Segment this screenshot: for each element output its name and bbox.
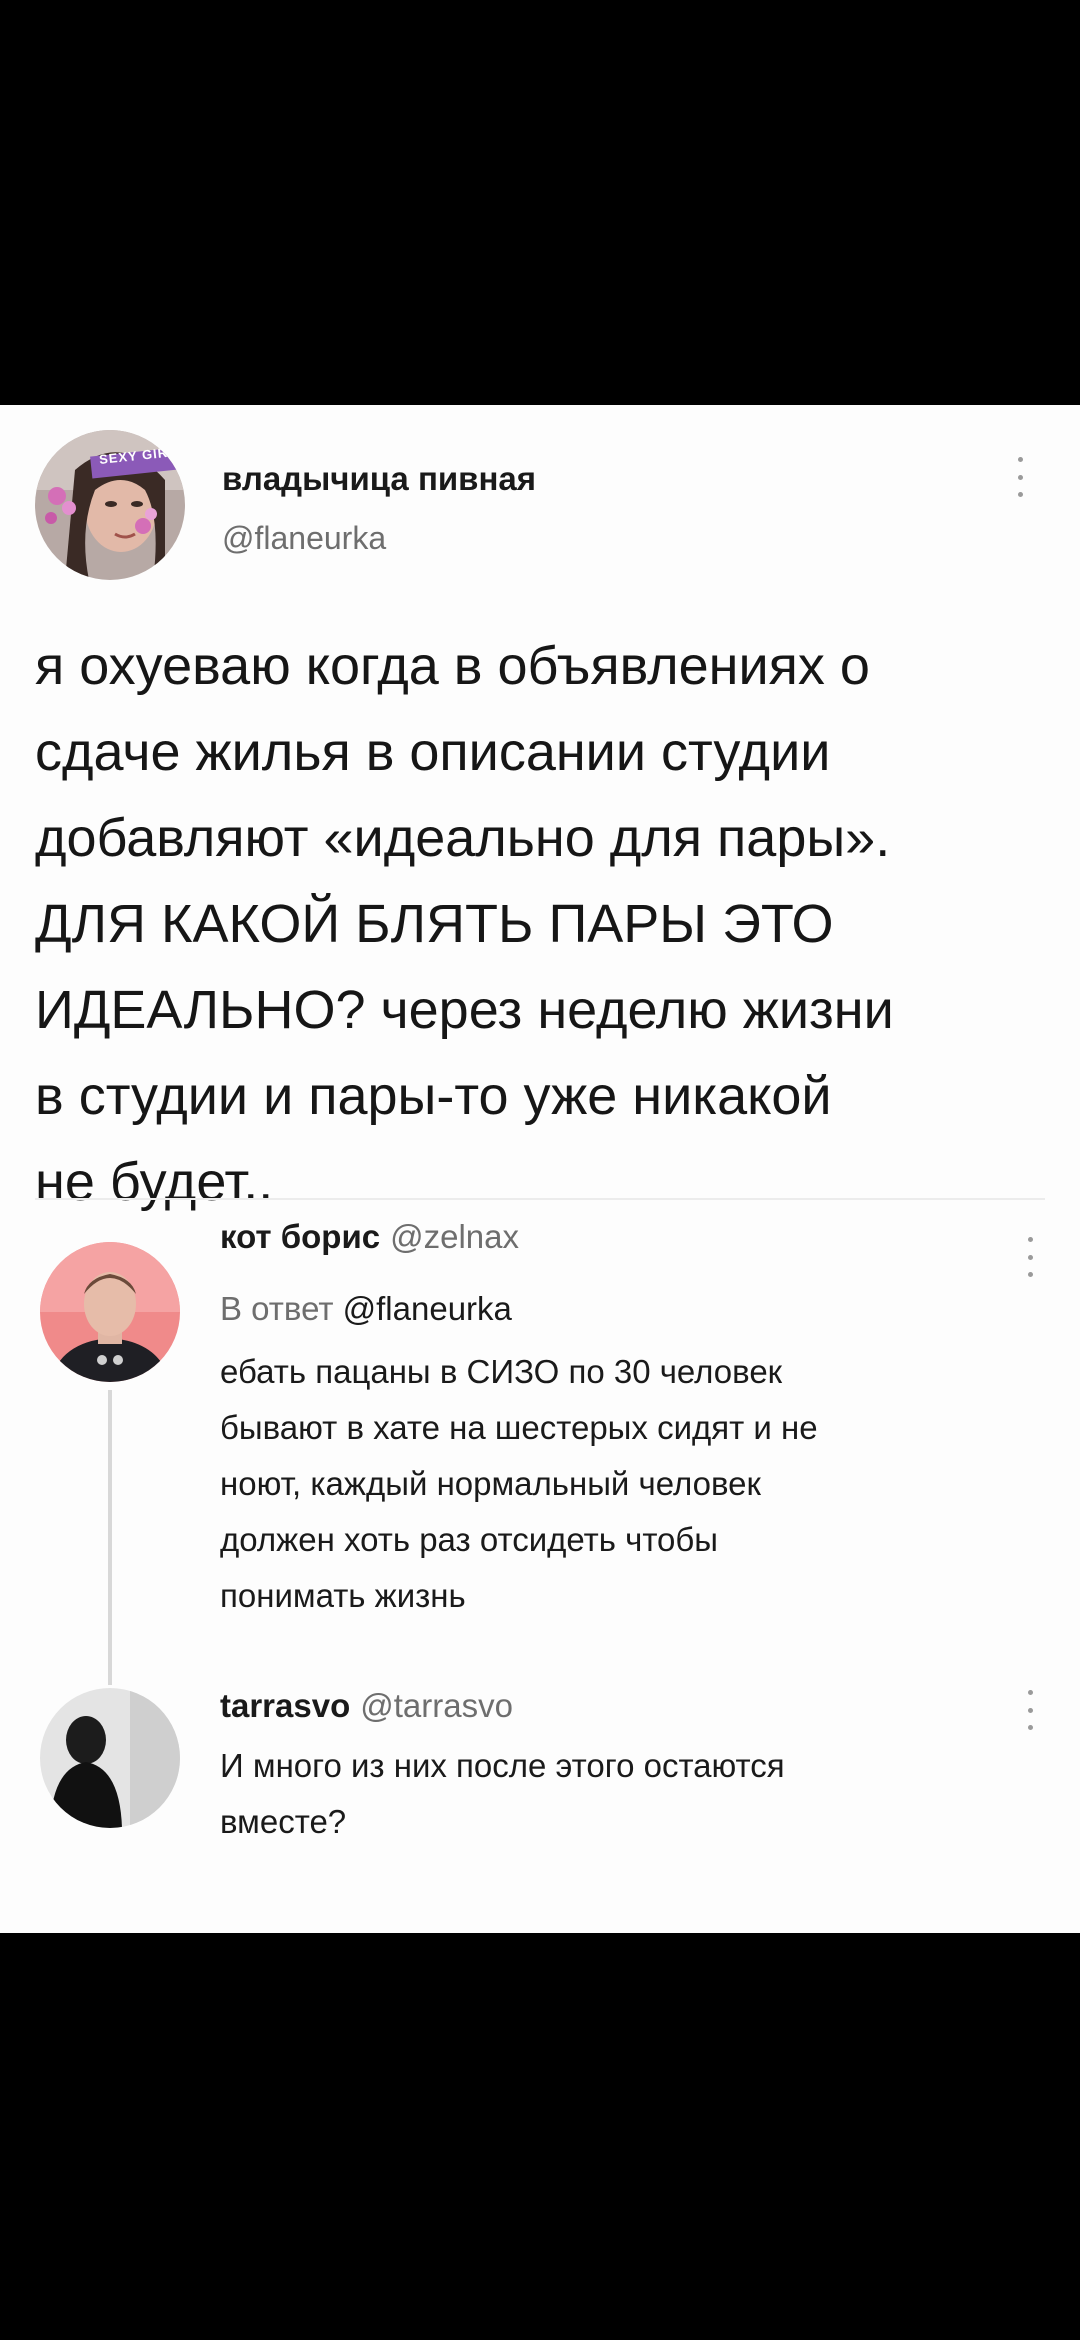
bottom-letterbox: [0, 1933, 1080, 2340]
thread-line: [108, 1390, 112, 1685]
reply-to-line: В ответ @flaneurka: [220, 1290, 512, 1328]
reply-text-line: бывают в хате на шестерых сидят и не: [220, 1409, 818, 1446]
main-text-line: в студии и пары-то уже никакой: [35, 1066, 832, 1126]
main-text-line: ДЛЯ КАКОЙ БЛЯТЬ ПАРЫ ЭТО: [35, 894, 834, 954]
divider: [35, 1198, 1045, 1200]
reply-text-line: понимать жизнь: [220, 1577, 466, 1614]
main-avatar[interactable]: SEXY GIRL: [35, 430, 185, 580]
main-text-line: сдаче жилья в описании студии: [35, 722, 831, 782]
main-text-line: добавляют «идеально для пары».: [35, 808, 891, 868]
reply-text-line: ноют, каждый нормальный человек: [220, 1465, 761, 1502]
reply-text: ебать пацаны в СИЗО по 30 человек бывают…: [220, 1344, 818, 1624]
more-vertical-icon[interactable]: [1018, 1690, 1042, 1730]
reply-header: tarrasvo @tarrasvo: [220, 1687, 513, 1725]
reply-handle[interactable]: @zelnax: [390, 1218, 519, 1255]
reply-handle[interactable]: @tarrasvo: [360, 1687, 513, 1724]
main-text-line: я охуеваю когда в объявлениях о: [35, 636, 870, 696]
reply-text-line: ебать пацаны в СИЗО по 30 человек: [220, 1353, 783, 1390]
reply-display-name[interactable]: кот борис: [220, 1218, 380, 1255]
reply-avatar-image: [40, 1242, 180, 1382]
reply-avatar-kot-boris[interactable]: [40, 1242, 180, 1382]
reply-avatar-image: [40, 1688, 180, 1828]
reply-text: И много из них после этого остаются вмес…: [220, 1738, 785, 1850]
main-text-line: не будет..: [35, 1152, 274, 1212]
main-tweet-text: я охуеваю когда в объявлениях о сдаче жи…: [35, 623, 1055, 1225]
top-letterbox: [0, 0, 1080, 405]
more-vertical-icon[interactable]: [1008, 457, 1032, 497]
reply-text-line: должен хоть раз отсидеть чтобы: [220, 1521, 719, 1558]
reply-to-prefix: В ответ: [220, 1290, 334, 1327]
main-text-line: ИДЕАЛЬНО? через неделю жизни: [35, 980, 894, 1040]
more-vertical-icon[interactable]: [1018, 1237, 1042, 1277]
main-display-name[interactable]: владычица пивная: [222, 460, 536, 498]
reply-to-mention[interactable]: @flaneurka: [343, 1290, 512, 1327]
reply-header: кот борис @zelnax: [220, 1218, 519, 1256]
reply-text-line: И много из них после этого остаются: [220, 1747, 785, 1784]
reply-display-name[interactable]: tarrasvo: [220, 1687, 350, 1724]
main-handle[interactable]: @flaneurka: [222, 520, 386, 557]
reply-text-line: вместе?: [220, 1803, 347, 1840]
reply-avatar-tarrasvo[interactable]: [40, 1688, 180, 1828]
